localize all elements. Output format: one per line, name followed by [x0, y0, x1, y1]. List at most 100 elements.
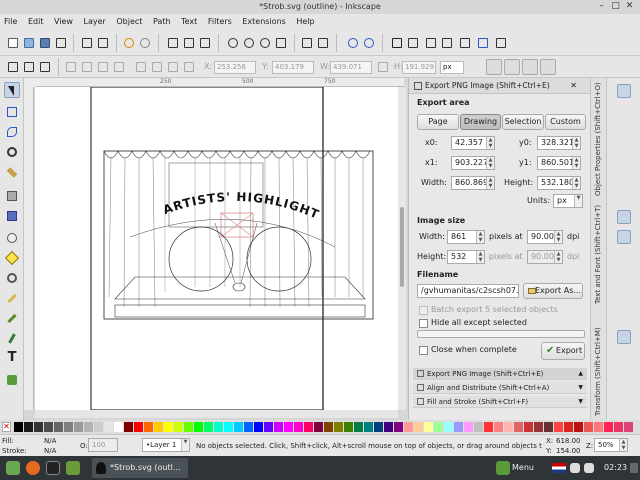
- network-icon[interactable]: [570, 463, 580, 473]
- text-font-icon[interactable]: [406, 36, 420, 50]
- tweak-tool-icon[interactable]: [4, 124, 20, 140]
- zoom-width-icon[interactable]: [274, 36, 288, 50]
- color-swatch[interactable]: [374, 422, 383, 432]
- fill-stroke-icon[interactable]: [390, 36, 404, 50]
- spray-tool-icon[interactable]: [4, 372, 20, 388]
- side-tab-object-properties[interactable]: Object Properties (Shift+Ctrl+O): [591, 78, 607, 198]
- area-page-button[interactable]: Page: [417, 114, 459, 130]
- color-swatch[interactable]: [344, 422, 353, 432]
- export-icon[interactable]: [96, 36, 110, 50]
- deselect-icon[interactable]: [38, 60, 52, 74]
- menu-path[interactable]: Path: [149, 14, 175, 30]
- color-swatch[interactable]: [334, 422, 343, 432]
- color-swatch[interactable]: [544, 422, 553, 432]
- select-all-layers-icon[interactable]: [22, 60, 36, 74]
- menu-help[interactable]: Help: [292, 14, 318, 30]
- scale-stroke-toggle[interactable]: [486, 59, 502, 75]
- dialog-tab-export[interactable]: Export PNG Image (Shift+Ctrl+E) ▲: [413, 368, 587, 380]
- menu-view[interactable]: View: [50, 14, 77, 30]
- color-swatch[interactable]: [194, 422, 203, 432]
- 3d-box-tool-icon[interactable]: [4, 208, 20, 224]
- color-swatch[interactable]: [574, 422, 583, 432]
- cut-icon[interactable]: [182, 36, 196, 50]
- width-field[interactable]: 860.869 ▲ ▼: [451, 176, 495, 190]
- color-swatch[interactable]: [134, 422, 143, 432]
- rotate-ccw-icon[interactable]: [64, 60, 78, 74]
- color-swatch[interactable]: [64, 422, 73, 432]
- menu-extensions[interactable]: Extensions: [238, 14, 289, 30]
- snap-bbox-edge-icon[interactable]: [617, 128, 631, 142]
- zoom-tool-icon[interactable]: [4, 144, 20, 160]
- color-swatch[interactable]: [304, 422, 313, 432]
- move-patterns-toggle[interactable]: [540, 59, 556, 75]
- raise-icon[interactable]: [150, 60, 164, 74]
- no-paint-swatch[interactable]: ✕: [2, 422, 11, 432]
- undo-icon[interactable]: [122, 36, 136, 50]
- color-swatch[interactable]: [184, 422, 193, 432]
- color-swatch[interactable]: [514, 422, 523, 432]
- color-swatch[interactable]: [144, 422, 153, 432]
- menu-layer[interactable]: Layer: [80, 14, 110, 30]
- color-swatch[interactable]: [214, 422, 223, 432]
- lock-icon[interactable]: [376, 60, 390, 74]
- pencil-tool-icon[interactable]: [4, 290, 20, 306]
- color-swatch[interactable]: [424, 422, 433, 432]
- horizontal-scrollbar[interactable]: [35, 410, 398, 418]
- close-when-complete-checkbox[interactable]: [419, 346, 428, 355]
- color-swatch[interactable]: [404, 422, 413, 432]
- snap-page-border-icon[interactable]: [617, 390, 631, 404]
- menu-object[interactable]: Object: [112, 14, 146, 30]
- horizontal-ruler[interactable]: 250 500 750: [36, 78, 404, 87]
- flag-icon[interactable]: [552, 463, 566, 473]
- export-button[interactable]: ✔ Export: [541, 342, 585, 360]
- color-swatch[interactable]: [94, 422, 103, 432]
- color-swatch[interactable]: [154, 422, 163, 432]
- color-swatch[interactable]: [434, 422, 443, 432]
- dpi-field[interactable]: 90.00 ▲ ▼: [527, 230, 563, 244]
- open-icon[interactable]: [22, 36, 36, 50]
- align-icon[interactable]: [458, 36, 472, 50]
- rectangle-tool-icon[interactable]: [4, 188, 20, 204]
- y0-field[interactable]: 328.321 ▲ ▼: [537, 136, 581, 150]
- color-swatch[interactable]: [564, 422, 573, 432]
- hide-all-checkbox[interactable]: [419, 319, 428, 328]
- color-swatch[interactable]: [604, 422, 613, 432]
- x1-field[interactable]: 903.227 ▲ ▼: [451, 156, 495, 170]
- rotate-cw-icon[interactable]: [80, 60, 94, 74]
- color-swatch[interactable]: [594, 422, 603, 432]
- files-icon[interactable]: [66, 461, 80, 475]
- color-swatch[interactable]: [224, 422, 233, 432]
- color-swatch[interactable]: [444, 422, 453, 432]
- flip-horizontal-icon[interactable]: [96, 60, 110, 74]
- maximize-icon[interactable]: □: [610, 1, 621, 12]
- pen-tool-icon[interactable]: [4, 310, 20, 326]
- new-document-icon[interactable]: [6, 36, 20, 50]
- side-tab-text-font[interactable]: Text and Font (Shift+Ctrl+T): [591, 200, 607, 304]
- show-desktop-icon[interactable]: [630, 463, 638, 473]
- color-swatch[interactable]: [394, 422, 403, 432]
- color-swatch[interactable]: [354, 422, 363, 432]
- menu-file[interactable]: File: [0, 14, 21, 30]
- raise-top-icon[interactable]: [134, 60, 148, 74]
- units-select[interactable]: px ▼: [553, 194, 583, 208]
- lower-icon[interactable]: [166, 60, 180, 74]
- snap-paths-icon[interactable]: [617, 230, 631, 244]
- snap-enable-icon[interactable]: [617, 84, 631, 98]
- x-field[interactable]: 253.256: [214, 61, 256, 74]
- vertical-scrollbar[interactable]: [398, 87, 406, 410]
- w-field[interactable]: 439.071: [330, 61, 372, 74]
- opacity-field[interactable]: 100: [88, 438, 118, 452]
- spiral-tool-icon[interactable]: [4, 270, 20, 286]
- color-swatch[interactable]: [364, 422, 373, 432]
- color-swatch[interactable]: [254, 422, 263, 432]
- xml-editor-icon[interactable]: [424, 36, 438, 50]
- y-field[interactable]: 403.179: [272, 61, 314, 74]
- color-swatch[interactable]: [54, 422, 63, 432]
- measure-tool-icon[interactable]: [4, 164, 20, 180]
- inkscape-task-button[interactable]: *Strob.svg (outl...: [92, 458, 188, 478]
- color-swatch[interactable]: [614, 422, 623, 432]
- paste-icon[interactable]: [198, 36, 212, 50]
- snap-bbox-corner-icon[interactable]: [617, 148, 631, 162]
- color-swatch[interactable]: [494, 422, 503, 432]
- color-swatch[interactable]: [34, 422, 43, 432]
